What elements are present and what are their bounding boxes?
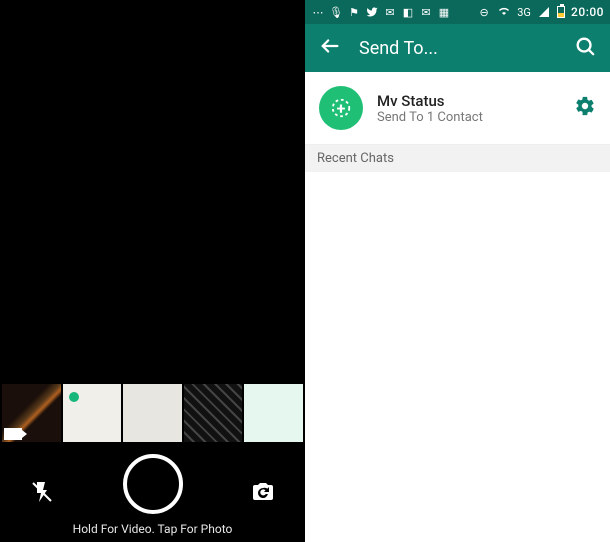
camera-pane: Hold For Video. Tap For Photo [0,0,305,542]
back-icon[interactable] [319,35,341,61]
notification-icon: ⚑ [347,5,361,19]
notification-icon: 🎙 [329,5,343,19]
battery-icon [557,6,565,18]
wifi-icon [497,5,511,19]
switch-camera-icon[interactable] [249,478,277,506]
search-icon[interactable] [574,35,596,61]
network-label: 3G [517,5,531,19]
camera-controls: Hold For Video. Tap For Photo [0,442,305,542]
android-statusbar: ⋯ 🎙 ⚑ ✉ ◧ ✉ ▦ ⊖ 3G 20:00 [305,0,610,24]
notification-icon: ◧ [401,5,415,19]
thumbnail[interactable] [2,384,61,442]
thumbnail[interactable] [244,384,303,442]
notification-icon: ▦ [437,5,451,19]
page-title: Send To... [359,38,438,59]
status-text: Mv Status Send To 1 Contact [377,92,560,125]
notification-icon: ⋯ [311,5,325,19]
app-bar: Send To... [305,24,610,72]
camera-hint: Hold For Video. Tap For Photo [0,522,305,536]
gear-icon[interactable] [574,95,596,121]
video-indicator-icon [4,428,22,440]
mail-icon: ✉ [383,5,397,19]
twitter-icon [365,5,379,19]
mail-icon: ✉ [419,5,433,19]
dnd-icon: ⊖ [477,5,491,19]
flash-off-icon[interactable] [28,478,56,506]
camera-viewfinder[interactable] [0,0,305,384]
recent-chats-header: Recent Chats [305,145,610,172]
clock: 20:00 [571,5,604,19]
my-status-row[interactable]: + Mv Status Send To 1 Contact [305,72,610,145]
status-add-icon: + [319,86,363,130]
thumbnail[interactable] [63,384,122,442]
thumbnail[interactable] [123,384,182,442]
thumbnail[interactable] [184,384,243,442]
send-to-pane: ⋯ 🎙 ⚑ ✉ ◧ ✉ ▦ ⊖ 3G 20:00 Send To... [305,0,610,542]
shutter-button[interactable] [123,454,183,514]
status-title: Mv Status [377,92,560,110]
status-subtitle: Send To 1 Contact [377,110,560,125]
signal-icon [537,5,551,19]
recent-thumbnails [0,384,305,442]
